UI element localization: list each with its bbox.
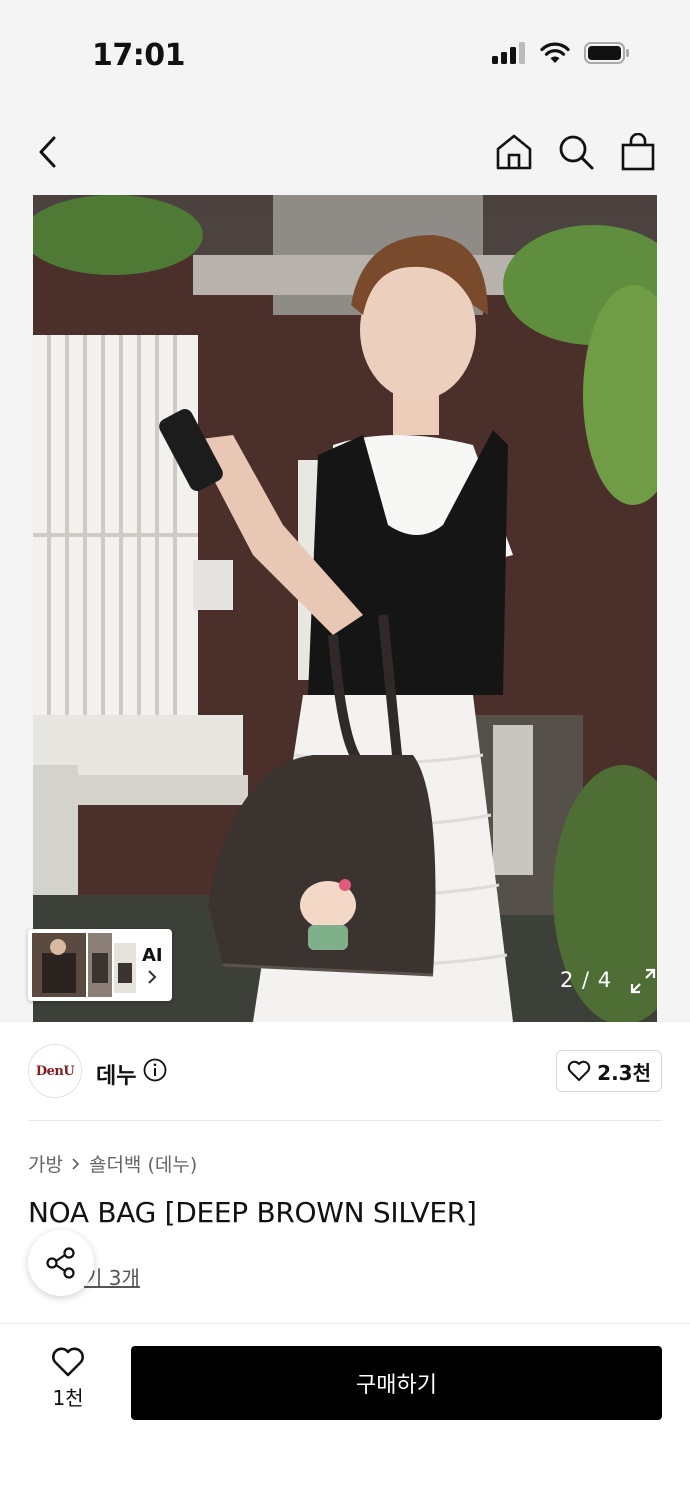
ai-label: AI	[142, 945, 163, 966]
wishlist-count: 1천	[52, 1386, 84, 1410]
product-image[interactable]	[33, 195, 657, 1022]
share-button[interactable]	[28, 1230, 94, 1296]
ai-similar-items-card[interactable]: AI	[28, 929, 172, 1001]
heart-icon	[52, 1347, 84, 1377]
battery-icon	[584, 42, 629, 64]
cellular-signal-icon	[492, 42, 525, 64]
brand-logo[interactable]: DenU	[28, 1044, 82, 1098]
similar-item-thumbnails	[32, 933, 136, 997]
brand-name[interactable]: 데누	[96, 1058, 136, 1090]
top-navigation	[0, 120, 690, 184]
status-time: 17:01	[92, 38, 186, 73]
chevron-right-icon	[148, 970, 157, 984]
chevron-right-icon	[72, 1157, 80, 1170]
search-icon[interactable]	[556, 132, 596, 172]
product-photo	[33, 195, 657, 1022]
status-icons	[492, 42, 630, 64]
status-bar: 17:01	[0, 0, 690, 110]
brand-logo-text: DenU	[35, 1063, 75, 1079]
back-arrow-icon[interactable]	[28, 132, 68, 172]
divider	[28, 1120, 662, 1121]
home-icon[interactable]	[494, 132, 534, 172]
info-icon[interactable]	[143, 1058, 167, 1082]
breadcrumb: 가방 숄더백 (데누)	[28, 1150, 197, 1177]
breadcrumb-category[interactable]: 가방	[28, 1150, 63, 1177]
wifi-icon	[540, 42, 570, 63]
wishlist-button[interactable]: 1천	[28, 1346, 108, 1420]
share-icon	[46, 1247, 75, 1279]
brand-like-count: 2.3천	[597, 1060, 651, 1085]
buy-button[interactable]: 구매하기	[131, 1346, 662, 1420]
shopping-bag-icon[interactable]	[618, 132, 658, 172]
brand-row: DenU 데누 2.3천	[28, 1044, 662, 1100]
expand-icon[interactable]	[628, 966, 658, 996]
bottom-divider	[0, 1323, 690, 1324]
product-title: NOA BAG [DEEP BROWN SILVER]	[28, 1196, 477, 1229]
breadcrumb-subcategory[interactable]: 숄더백 (데누)	[89, 1150, 197, 1177]
brand-like-button[interactable]: 2.3천	[556, 1050, 662, 1092]
image-counter: 2 / 4	[560, 968, 613, 992]
heart-icon	[567, 1060, 591, 1081]
